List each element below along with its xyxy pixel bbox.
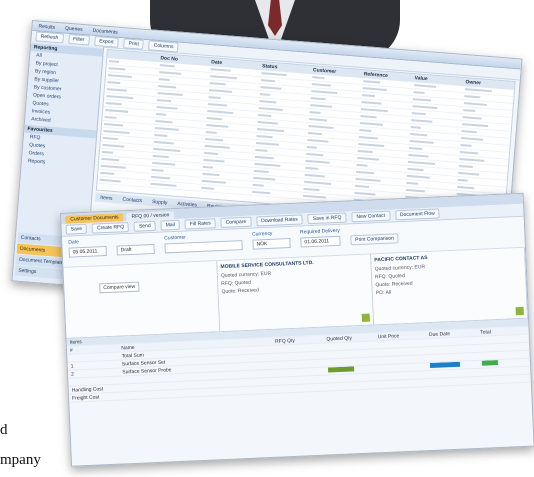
subtab[interactable]: Contacts xyxy=(120,196,144,204)
item-cell xyxy=(375,351,426,353)
customer-field: Customer xyxy=(164,232,243,259)
status-field: Draft xyxy=(116,236,155,262)
print-field: Print Comparison xyxy=(350,225,400,251)
status-select[interactable]: Draft xyxy=(116,243,155,256)
supplier-panel-1: MOBILE SERVICE CONSULTANTS LTD. Quoted c… xyxy=(217,254,375,332)
date-field: Date 05.05.2011 xyxy=(68,238,107,264)
select-supplier-toggle[interactable] xyxy=(515,306,524,316)
toolbar-button[interactable]: Fill Rates xyxy=(184,218,216,230)
currency-select[interactable]: NOK xyxy=(252,237,291,250)
delivery-input[interactable]: 01.06.2011 xyxy=(300,235,341,248)
item-cell xyxy=(67,356,118,358)
column-header xyxy=(170,344,221,346)
print-button[interactable]: Print xyxy=(123,38,145,50)
item-cell xyxy=(272,347,323,349)
status-label xyxy=(116,236,154,244)
item-cell xyxy=(171,368,222,370)
item-cell xyxy=(478,354,529,356)
print-label xyxy=(350,225,399,233)
toolbar-button[interactable]: Save in RFQ xyxy=(307,212,347,225)
date-input[interactable]: 05.05.2011 xyxy=(68,246,107,258)
supplier-panel-2: PACIFIC CONTACT AS Quoted currency: EUR … xyxy=(371,247,529,325)
date-label: Date xyxy=(68,239,79,246)
page-text-line-2: mpany xyxy=(0,452,41,468)
back-title-tab-2[interactable]: Queries xyxy=(63,25,85,33)
item-cell xyxy=(324,361,375,363)
toolbar-button[interactable]: Save xyxy=(65,223,88,235)
item-cell xyxy=(221,349,272,351)
page-text-line-1: d xyxy=(0,422,8,438)
quote-bar xyxy=(327,366,354,373)
print-comparison-button[interactable]: Print Comparison xyxy=(350,233,400,246)
back-title-tab-3[interactable]: Documents xyxy=(90,27,120,35)
select-supplier-toggle[interactable] xyxy=(361,313,371,322)
toolbar-button[interactable]: Document Flow xyxy=(394,208,440,221)
item-cell xyxy=(478,346,529,348)
item-cell xyxy=(376,359,427,361)
item-cell xyxy=(375,343,426,345)
item-cell xyxy=(273,363,324,365)
item-cell xyxy=(222,357,273,359)
compare-view-select[interactable]: Compare view xyxy=(99,281,140,294)
item-cell xyxy=(170,360,221,362)
delivery-label: Required Delivery xyxy=(299,227,340,236)
toolbar-button[interactable]: Send xyxy=(133,220,156,232)
currency-label: Currency xyxy=(251,230,273,238)
item-cell xyxy=(427,348,478,350)
column-header[interactable] xyxy=(108,54,159,58)
item-cell xyxy=(478,338,529,340)
column-header xyxy=(221,341,272,343)
item-cell xyxy=(273,355,324,357)
toolbar-button[interactable]: Download Rates xyxy=(255,214,304,227)
columns-button[interactable]: Columns xyxy=(148,40,179,53)
subtab[interactable]: Items xyxy=(98,194,115,201)
delivery-field: Required Delivery 01.06.2011 xyxy=(300,228,341,254)
subtab[interactable]: Supply xyxy=(150,198,170,205)
item-cell xyxy=(170,352,221,354)
back-title-tab-1[interactable]: Results xyxy=(36,23,57,31)
item-cell xyxy=(426,340,477,342)
quote-bar xyxy=(481,360,498,366)
item-cell xyxy=(324,345,375,347)
quote-bar xyxy=(430,361,461,368)
currency-field: Currency NOK xyxy=(252,230,291,256)
item-cell xyxy=(222,365,273,367)
toolbar-button[interactable]: New Contact xyxy=(351,210,391,223)
toolbar-button[interactable]: Mail xyxy=(160,219,181,231)
item-cell xyxy=(427,356,478,358)
compare-view-panel: Compare view xyxy=(63,261,221,338)
toolbar-button[interactable]: Compare xyxy=(220,216,252,228)
customer-input[interactable] xyxy=(164,240,243,254)
toolbar-button[interactable]: Create RFQ xyxy=(91,222,130,234)
item-cell xyxy=(324,353,375,355)
front-application-window: Customer Documents RFQ 00 / version Save… xyxy=(60,192,534,467)
